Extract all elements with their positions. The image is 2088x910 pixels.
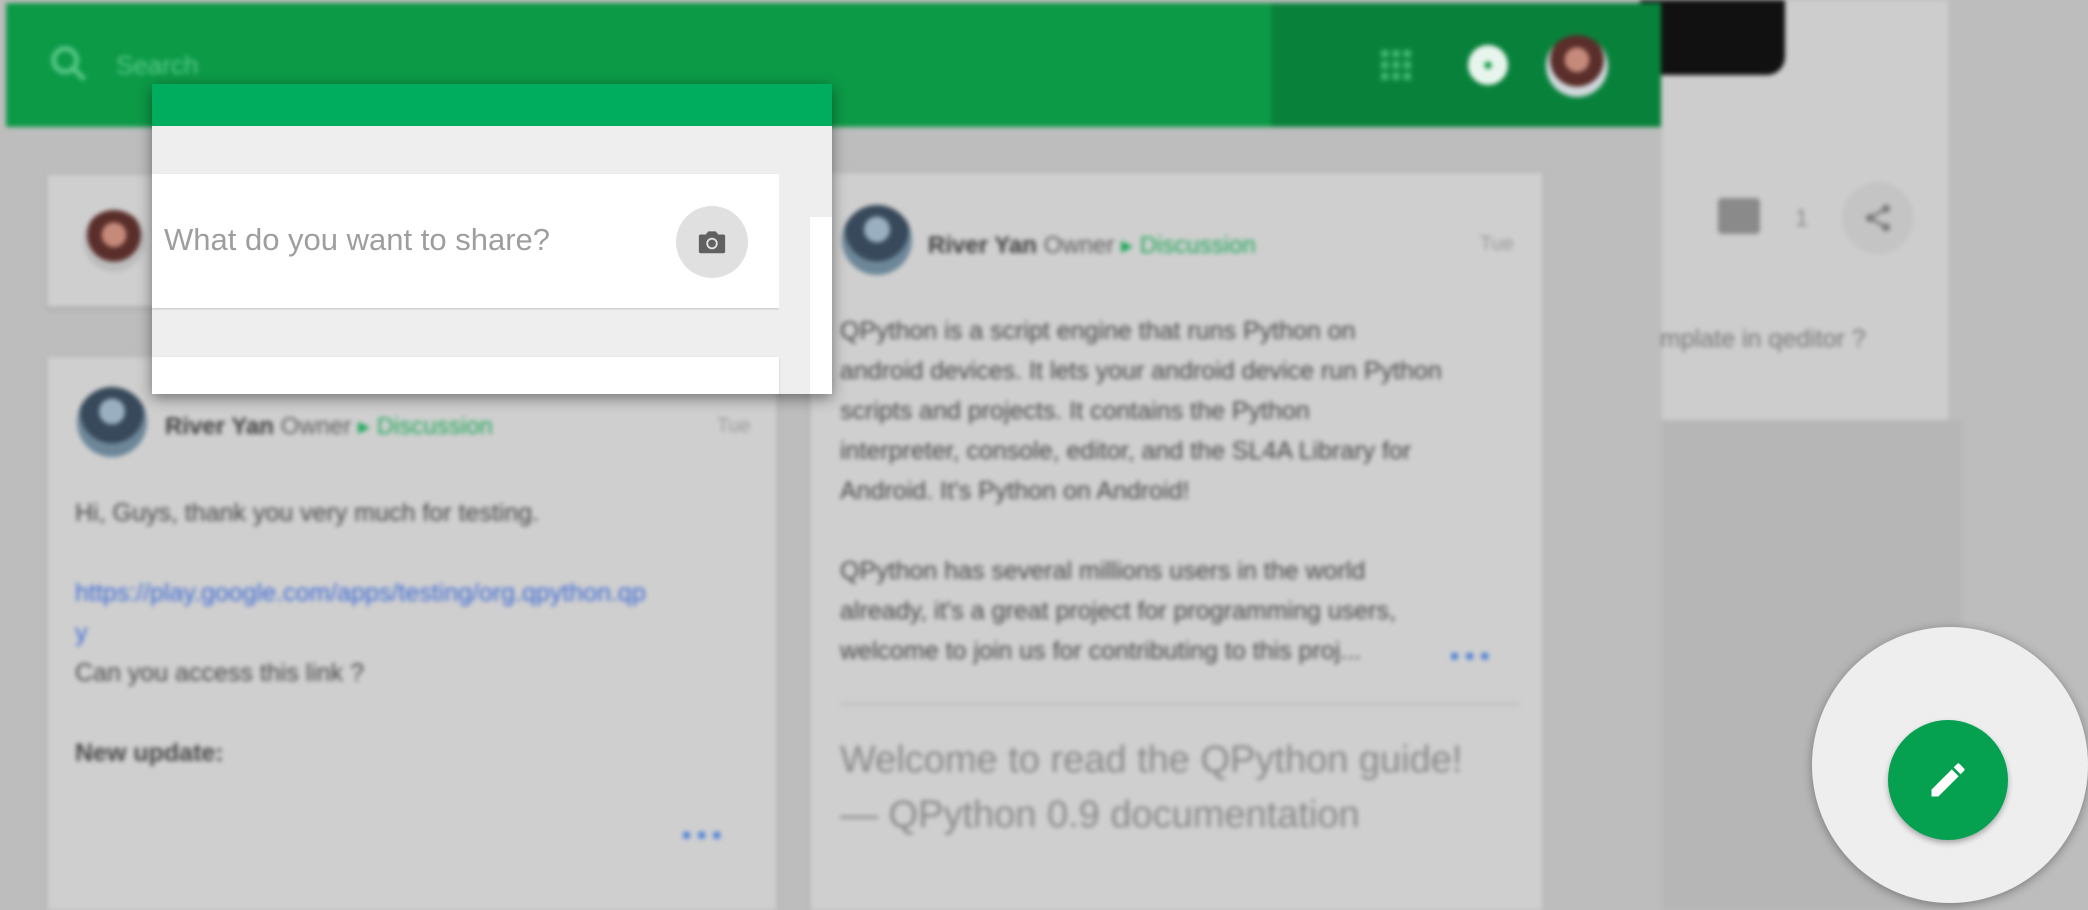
comment-count: 1 <box>1795 205 1809 232</box>
link-title-line: Welcome to read the QPython guide! <box>840 739 1463 781</box>
pencil-icon <box>1931 763 1965 797</box>
link-preview-title[interactable]: Welcome to read the QPython guide! — QPy… <box>840 733 1520 843</box>
post-text: already, it's a great project for progra… <box>840 597 1396 625</box>
post-text: QPython is a script engine that runs Pyt… <box>840 317 1356 345</box>
right-post-snippet: mplate in qeditor ? <box>1660 325 1866 353</box>
post-time: Tue <box>717 415 751 437</box>
post-text: Hi, Guys, thank you very much for testin… <box>75 499 540 527</box>
testing-link[interactable]: https://play.google.com/apps/testing/org… <box>75 573 765 613</box>
post-text: android devices. It lets your android de… <box>840 357 1442 385</box>
post-text: Android. It's Python on Android! <box>840 477 1190 505</box>
more-dots-icon[interactable]: ••• <box>1450 641 1495 672</box>
category-separator: ▸ <box>358 413 371 440</box>
search-icon[interactable] <box>46 41 92 87</box>
account-avatar[interactable] <box>1546 35 1608 97</box>
post-text: New update: <box>75 739 224 767</box>
zoom-magnifier-share: What do you want to share? <box>152 84 832 394</box>
notifications-icon[interactable]: • <box>1468 45 1508 85</box>
share-composer-card[interactable]: What do you want to share? <box>152 174 779 308</box>
author-avatar[interactable] <box>77 387 147 457</box>
share-icon <box>1866 204 1890 232</box>
author-role: Owner <box>1043 232 1115 259</box>
post-text: welcome to join us for contributing to t… <box>840 637 1362 665</box>
app-bar-strip <box>152 84 832 126</box>
post-body: Hi, Guys, thank you very much for testin… <box>75 493 765 773</box>
next-post-card-edge <box>152 357 779 394</box>
category-link[interactable]: Discussion <box>377 413 493 440</box>
phone-image <box>1640 0 1785 75</box>
comment-icon[interactable] <box>1718 198 1760 234</box>
camera-button[interactable] <box>676 206 748 278</box>
post-header: River Yan Owner ▸ Discussion <box>928 231 1256 260</box>
author-name[interactable]: River Yan <box>928 232 1037 259</box>
post-text: interpreter, console, editor, and the SL… <box>840 437 1412 465</box>
post-body: QPython is a script engine that runs Pyt… <box>840 311 1530 671</box>
post-text: QPython has several millions users in th… <box>840 557 1366 585</box>
share-input[interactable]: What do you want to share? <box>164 222 550 258</box>
user-avatar <box>83 210 145 272</box>
post-header: River Yan Owner ▸ Discussion <box>165 412 493 441</box>
post-time: Tue <box>1480 233 1514 255</box>
post-text: scripts and projects. It contains the Py… <box>840 397 1310 425</box>
divider <box>840 703 1520 705</box>
author-avatar[interactable] <box>842 205 912 275</box>
share-button[interactable] <box>1842 182 1914 254</box>
search-input[interactable]: Search <box>116 50 198 81</box>
category-link[interactable]: Discussion <box>1140 232 1256 259</box>
apps-grid-icon[interactable] <box>1378 47 1414 83</box>
post-card: River Yan Owner ▸ Discussion Tue QPython… <box>810 173 1543 910</box>
testing-link-cont[interactable]: y <box>75 613 765 653</box>
zoom-magnifier-fab <box>1812 627 2088 903</box>
author-role: Owner <box>280 413 352 440</box>
compose-fab-button[interactable] <box>1888 720 2008 840</box>
post-card: River Yan Owner ▸ Discussion Tue Hi, Guy… <box>47 357 777 910</box>
camera-icon <box>698 231 726 254</box>
category-separator: ▸ <box>1121 232 1134 259</box>
link-title-line: — QPython 0.9 documentation <box>840 794 1360 836</box>
adjacent-card-edge <box>810 217 832 394</box>
post-text: Can you access this link ? <box>75 659 365 687</box>
more-dots-icon[interactable]: ••• <box>682 820 727 851</box>
author-name[interactable]: River Yan <box>165 413 274 440</box>
